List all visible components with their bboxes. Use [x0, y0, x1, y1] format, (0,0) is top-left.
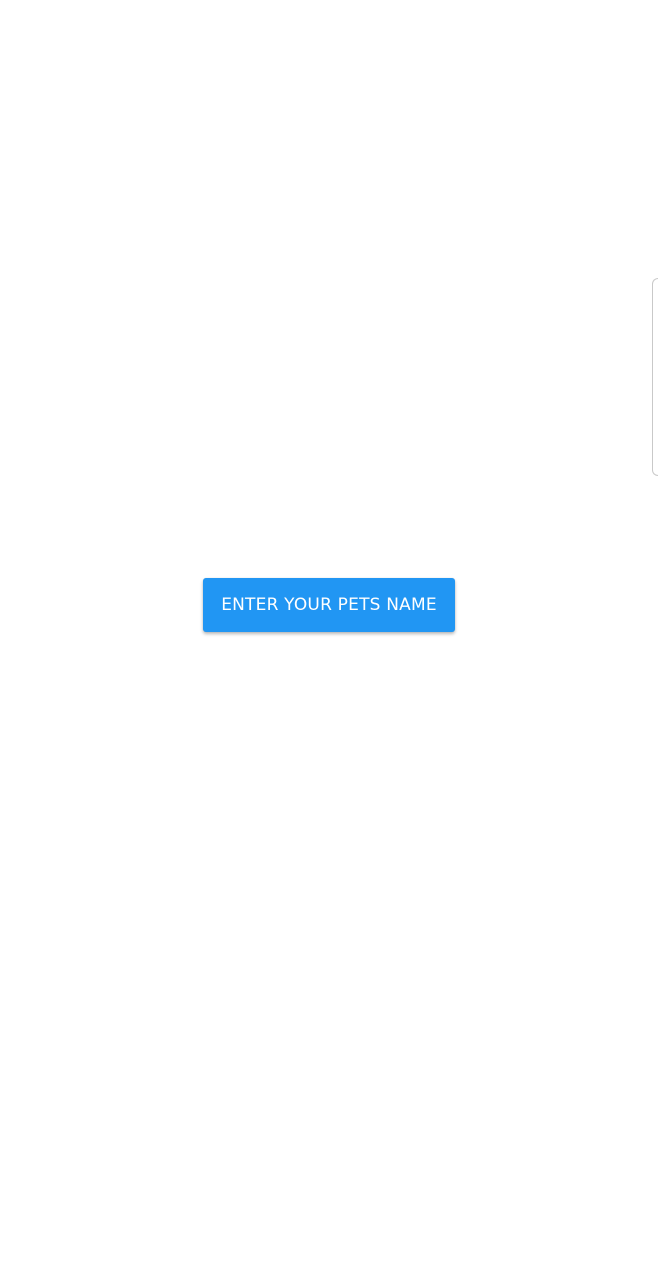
edge-panel-handle-icon[interactable] — [652, 278, 658, 476]
app-screen: ENTER YOUR PETS NAME — [0, 0, 658, 1280]
enter-pet-name-button[interactable]: ENTER YOUR PETS NAME — [203, 578, 455, 632]
